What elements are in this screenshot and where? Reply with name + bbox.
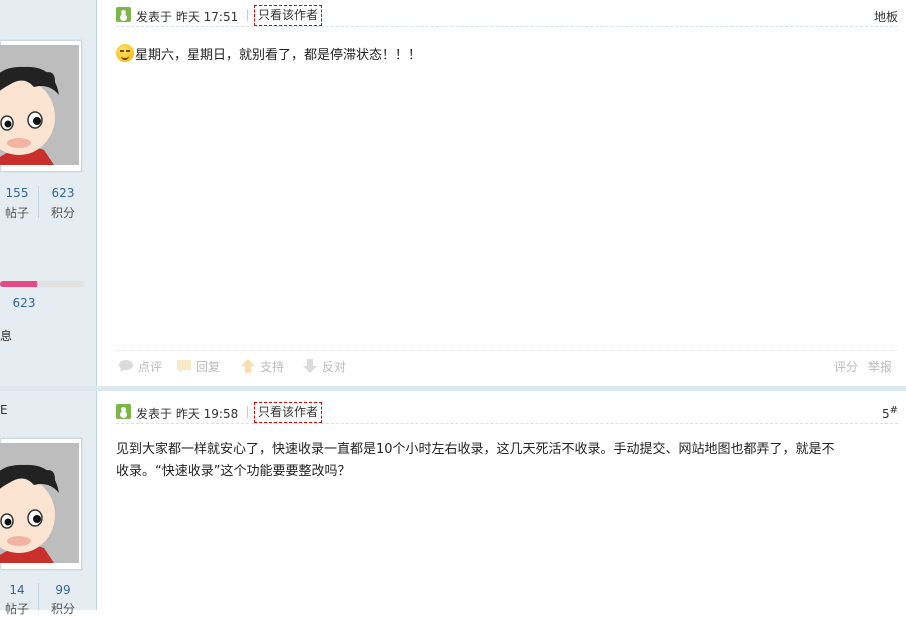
credit-progress-bar [0,281,85,287]
send-message-link[interactable]: 息 [0,327,12,344]
reply-button[interactable]: 回复 [176,358,220,375]
posts-count[interactable]: 155 [2,186,32,200]
report-link[interactable]: 举报 [868,358,892,375]
posts-label: 帖子 [4,602,29,616]
oppose-button[interactable]: 反对 [302,358,346,375]
oppose-label: 反对 [322,360,347,374]
comment-button[interactable]: 点评 [118,358,162,375]
smiley-icon [116,44,134,62]
avatar[interactable] [0,438,82,570]
online-icon [116,404,131,419]
post: 发表于 昨天 19:58 只看该作者 5# 见到大家都一样就安心了，快速收录一直… [116,401,898,610]
post-text-line: 见到大家都一样就安心了，快速收录一直都是10个小时左右收录，这几天死活不收录。手… [116,442,835,457]
oppose-icon [303,359,317,373]
credits-label: 积分 [50,602,75,616]
post-content: 见到大家都一样就安心了，快速收录一直都是10个小时左右收录，这几天死活不收录。手… [116,439,835,483]
stat-divider [38,583,39,610]
post-actions: 点评 回复 支持 反对 评分 举报 [116,350,898,381]
stat-divider [38,186,39,218]
avatar-cartoon [0,45,79,165]
post-text: 星期六，星期日，就别看了，都是停滞状态！！！ [135,48,422,63]
post-separator [0,386,906,391]
online-icon [116,7,131,22]
post-content: 星期六，星期日，就别看了，都是停滞状态！！！ [116,44,421,67]
reply-icon [177,360,191,373]
post: 发表于 昨天 17:51 只看该作者 地板 星期六，星期日，就别看了，都是停滞状… [116,4,898,384]
support-icon [241,359,255,373]
comment-label: 点评 [138,360,163,374]
post-text-line: 收录。“快速收录”这个功能要要整改吗？ [116,464,351,479]
credits-count[interactable]: 99 [46,583,80,597]
post-time: 发表于 昨天 17:51 [136,10,239,24]
only-author-link[interactable]: 只看该作者 [254,402,323,423]
floor-number[interactable]: 5# [882,405,898,421]
credit-bar-value: 623 [12,296,36,310]
credits-count[interactable]: 623 [46,186,80,200]
header-divider [247,9,248,21]
posts-label: 帖子 [4,206,29,220]
floor-label[interactable]: 地板 [874,8,898,25]
comment-icon [119,360,133,372]
avatar-cartoon [0,443,79,563]
support-label: 支持 [260,360,285,374]
reply-label: 回复 [196,360,221,374]
floor-num: 5 [881,407,890,421]
username-link[interactable]: E [0,403,8,417]
post-time: 发表于 昨天 19:58 [136,407,239,421]
rate-link[interactable]: 评分 [834,358,858,375]
credits-label: 积分 [50,206,75,220]
only-author-link[interactable]: 只看该作者 [254,5,323,26]
post-header: 发表于 昨天 19:58 只看该作者 5# [116,401,898,424]
support-button[interactable]: 支持 [240,358,284,375]
avatar[interactable] [0,40,82,172]
credit-progress-fill [0,281,37,287]
posts-count[interactable]: 14 [2,583,32,597]
floor-sup: # [889,405,898,416]
header-divider [247,406,248,418]
post-header: 发表于 昨天 17:51 只看该作者 地板 [116,4,898,27]
